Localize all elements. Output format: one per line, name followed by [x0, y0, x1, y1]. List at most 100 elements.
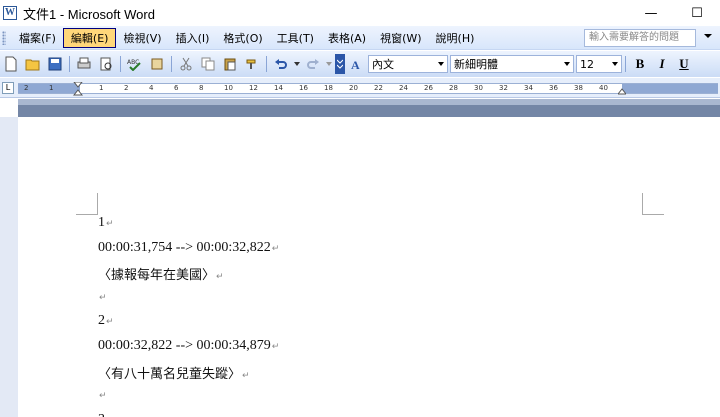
bold-button[interactable]: B — [629, 54, 651, 74]
ruler-number: 22 — [374, 84, 383, 92]
ruler-number: 28 — [449, 84, 458, 92]
undo-dropdown-icon[interactable] — [293, 54, 301, 74]
redo-icon[interactable] — [303, 54, 323, 74]
research-icon[interactable] — [147, 54, 167, 74]
word-app-icon[interactable]: W — [3, 6, 17, 20]
menu-help[interactable]: 說明(H) — [429, 28, 482, 48]
document-line-text: 3 — [98, 412, 105, 417]
document-line-text: 〈有八十萬名兒童失蹤〉 — [98, 366, 242, 382]
ruler-number: 20 — [349, 84, 358, 92]
spelling-check-icon[interactable]: ABC — [125, 54, 145, 74]
right-indent-marker-icon[interactable] — [618, 87, 626, 95]
format-painter-icon[interactable] — [242, 54, 262, 74]
document-line[interactable]: ↵ — [98, 289, 107, 305]
document-line[interactable]: 1↵ — [98, 215, 114, 231]
ruler-number: 34 — [524, 84, 533, 92]
ruler-number: 16 — [299, 84, 308, 92]
ruler-scale[interactable]: 2 1 1 2 4 6 8 10 12 14 16 18 20 22 24 26 28 30 32 34 36 38 40 — [18, 82, 718, 96]
save-icon[interactable] — [45, 54, 65, 74]
window-controls: — ☐ — [628, 0, 720, 26]
font-size-dropdown[interactable]: 12 — [576, 55, 622, 73]
menu-edit[interactable]: 編輯(E) — [62, 27, 117, 48]
underline-button[interactable]: U — [673, 54, 695, 74]
document-line[interactable]: ↵ — [98, 387, 107, 403]
toolbar-separator — [120, 56, 121, 72]
page-top-band-highlight — [18, 99, 720, 105]
toolbar-separator — [625, 56, 626, 72]
ruler-number: 30 — [474, 84, 483, 92]
italic-button[interactable]: I — [651, 54, 673, 74]
ruler-number: 8 — [199, 84, 204, 92]
redo-dropdown-icon[interactable] — [325, 54, 333, 74]
menu-format[interactable]: 格式(O) — [216, 28, 269, 48]
horizontal-ruler[interactable]: L 2 1 1 2 4 6 8 10 12 14 16 18 20 22 24 26 28 30 32 34 36 38 4… — [0, 78, 720, 98]
ruler-number: 10 — [224, 84, 233, 92]
menu-grip-handle[interactable] — [2, 30, 6, 45]
document-line-text: 00:00:32,822 --> 00:00:34,879 — [98, 338, 271, 353]
style-dropdown-arrow-icon[interactable] — [438, 62, 444, 66]
document-line[interactable]: 00:00:32,822 --> 00:00:34,879↵ — [98, 338, 279, 354]
ruler-number: 38 — [574, 84, 583, 92]
toolbar-separator — [69, 56, 70, 72]
open-folder-icon[interactable] — [23, 54, 43, 74]
margin-corner-top-right — [642, 193, 664, 215]
paragraph-mark-icon: ↵ — [106, 317, 114, 328]
paragraph-mark-icon: ↵ — [216, 272, 224, 283]
ask-question-dropdown-icon[interactable] — [704, 34, 712, 38]
ruler-number: 2 — [124, 84, 129, 92]
toolbar-separator — [266, 56, 267, 72]
paragraph-mark-icon: ↵ — [99, 292, 107, 303]
document-line[interactable]: 〈有八十萬名兒童失蹤〉↵ — [98, 363, 250, 382]
document-line-text: 2 — [98, 313, 105, 329]
ask-question-input[interactable]: 輸入需要解答的問題 — [584, 29, 696, 47]
tab-selector-icon[interactable]: L — [2, 82, 14, 94]
styles-formatting-icon[interactable]: A — [347, 54, 367, 74]
document-line[interactable]: 2↵ — [98, 313, 114, 329]
maximize-button[interactable]: ☐ — [674, 0, 720, 26]
minimize-button[interactable]: — — [628, 0, 674, 26]
toolbar-separator — [171, 56, 172, 72]
ruler-right-margin[interactable] — [622, 84, 718, 93]
undo-icon[interactable] — [271, 54, 291, 74]
style-dropdown[interactable]: 內文 — [368, 55, 448, 73]
ruler-number: 6 — [174, 84, 179, 92]
document-page[interactable]: 1↵ 00:00:31,754 --> 00:00:32,822↵ 〈據報每年在美國… — [0, 117, 720, 417]
menu-tools[interactable]: 工具(T) — [270, 28, 321, 48]
document-line[interactable]: 00:00:31,754 --> 00:00:32,822↵ — [98, 240, 279, 256]
ruler-number: 4 — [149, 84, 154, 92]
paragraph-mark-icon: ↵ — [271, 342, 280, 352]
print-preview-icon[interactable] — [96, 54, 116, 74]
menu-file[interactable]: 檔案(F) — [12, 28, 63, 48]
ruler-number: 40 — [599, 84, 608, 92]
font-value: 新細明體 — [454, 58, 498, 71]
font-dropdown-arrow-icon[interactable] — [564, 62, 570, 66]
font-dropdown[interactable]: 新細明體 — [450, 55, 574, 73]
ruler-number: 14 — [274, 84, 283, 92]
new-document-icon[interactable] — [1, 54, 21, 74]
document-line[interactable]: 〈據報每年在美國〉↵ — [98, 264, 224, 283]
copy-icon[interactable] — [198, 54, 218, 74]
document-line-text: 〈據報每年在美國〉 — [98, 268, 216, 284]
paste-icon[interactable] — [220, 54, 240, 74]
menu-view[interactable]: 檢視(V) — [116, 28, 168, 48]
svg-text:A: A — [351, 58, 360, 71]
print-icon[interactable] — [74, 54, 94, 74]
menu-bar: 檔案(F) 編輯(E) 檢視(V) 插入(I) 格式(O) 工具(T) 表格(A… — [0, 26, 720, 50]
indent-marker-icon[interactable] — [73, 82, 83, 96]
cut-icon[interactable] — [176, 54, 196, 74]
ruler-number: 18 — [324, 84, 333, 92]
standard-formatting-toolbar: ABC A 內文 新細明體 12 B I U — [0, 51, 720, 77]
ruler-number: 1 — [49, 84, 54, 92]
menu-insert[interactable]: 插入(I) — [169, 28, 217, 48]
menu-table[interactable]: 表格(A) — [321, 28, 373, 48]
ruler-number: 36 — [549, 84, 558, 92]
ruler-number: 24 — [399, 84, 408, 92]
ruler-number: 1 — [99, 84, 104, 92]
document-line[interactable]: 3↵ — [98, 412, 114, 417]
font-size-dropdown-arrow-icon[interactable] — [612, 62, 618, 66]
ruler-number: 32 — [499, 84, 508, 92]
style-value: 內文 — [372, 58, 394, 71]
menu-window[interactable]: 視窗(W) — [373, 28, 428, 48]
paragraph-mark-icon: ↵ — [99, 391, 107, 402]
toolbar-options-icon[interactable] — [335, 54, 345, 74]
